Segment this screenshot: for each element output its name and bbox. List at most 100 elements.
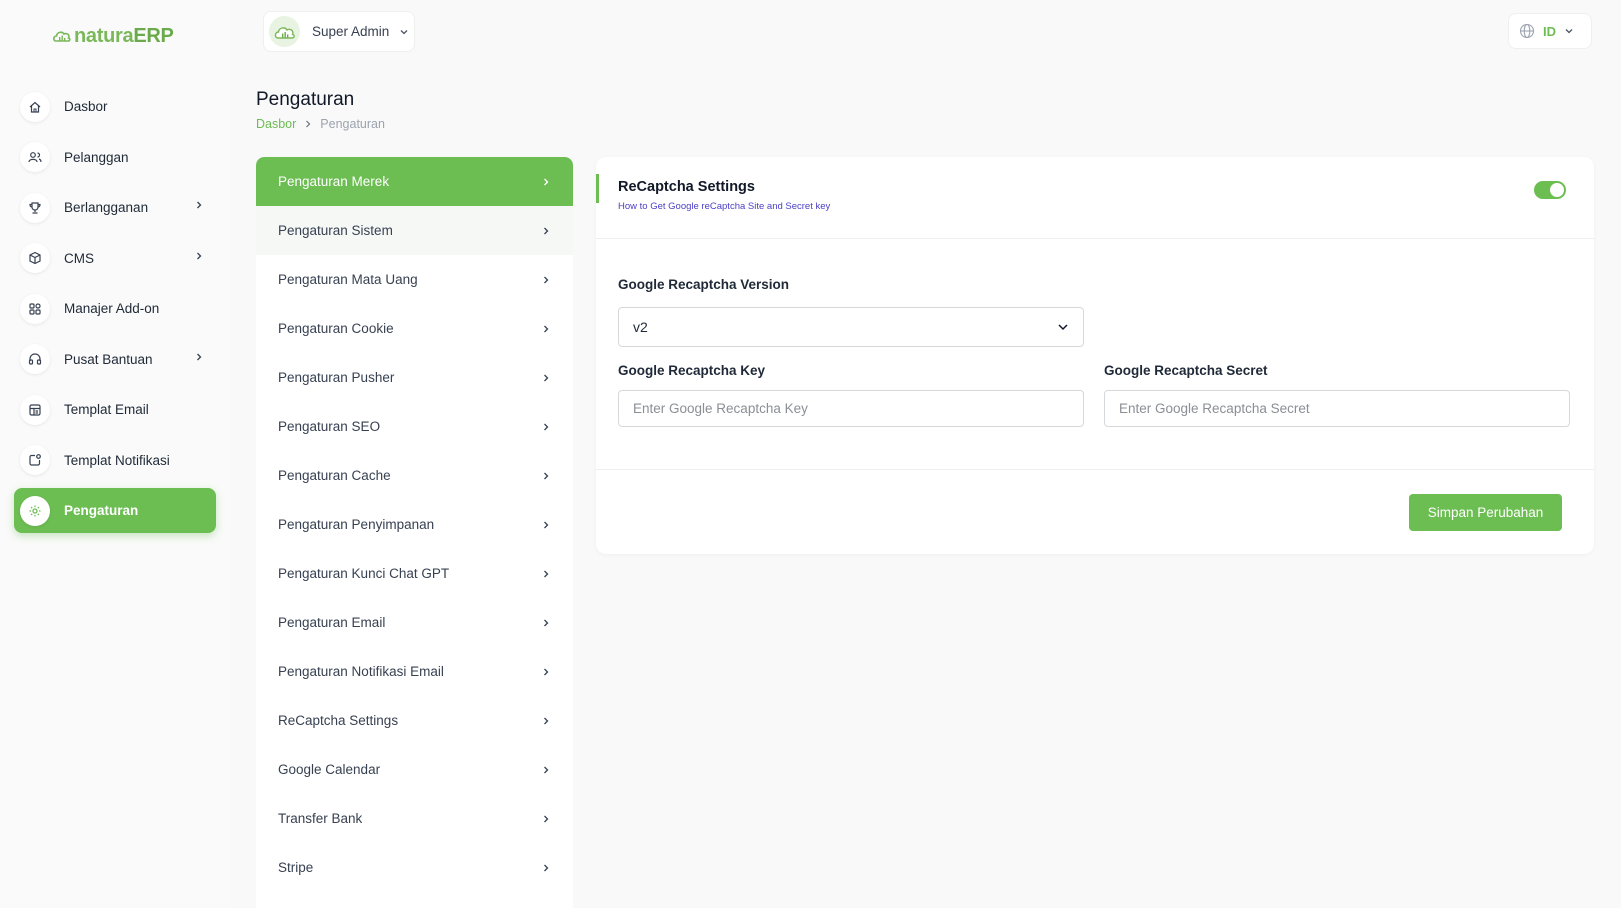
recaptcha-secret-input[interactable] bbox=[1104, 390, 1570, 427]
sidebar-item-label: Berlangganan bbox=[64, 200, 149, 215]
globe-icon bbox=[1519, 23, 1535, 39]
settings-menu-label: Pengaturan SEO bbox=[278, 419, 381, 434]
breadcrumb-home-link[interactable]: Dasbor bbox=[256, 117, 296, 131]
sidebar-item-label: CMS bbox=[64, 250, 94, 266]
sidebar-item-manajer-add-on[interactable]: Manajer Add-on bbox=[14, 286, 216, 331]
sidebar-item-label: Dasbor bbox=[64, 99, 108, 114]
sidebar-item-pengaturan[interactable]: Pengaturan bbox=[14, 488, 216, 533]
card-accent-bar bbox=[596, 174, 599, 203]
card-title: ReCaptcha Settings bbox=[618, 179, 755, 195]
save-changes-button[interactable]: Simpan Perubahan bbox=[1409, 494, 1562, 531]
settings-menu-label: Transfer Bank bbox=[278, 811, 363, 826]
sidebar-item-cms[interactable]: CMS bbox=[14, 236, 216, 281]
settings-menu-item-pengaturan-cookie[interactable]: Pengaturan Cookie bbox=[256, 304, 573, 353]
users-icon bbox=[20, 142, 50, 172]
card-divider bbox=[596, 469, 1594, 470]
settings-menu-item-pengaturan-kunci-chat-gpt[interactable]: Pengaturan Kunci Chat GPT bbox=[256, 549, 573, 598]
chevron-right-icon bbox=[544, 325, 549, 332]
notification-icon bbox=[20, 445, 50, 475]
chevron-right-icon bbox=[544, 619, 549, 626]
version-label: Google Recaptcha Version bbox=[618, 277, 790, 292]
settings-menu-label: ReCaptcha Settings bbox=[278, 713, 399, 728]
settings-menu-label: Pengaturan Merek bbox=[278, 174, 390, 189]
sidebar-item-label: Pengaturan bbox=[64, 503, 139, 518]
settings-menu-item-google-calendar[interactable]: Google Calendar bbox=[256, 745, 573, 794]
chevron-right-icon bbox=[544, 766, 549, 773]
sidebar-item-label: Pusat Bantuan bbox=[64, 351, 153, 367]
language-switcher[interactable]: ID bbox=[1508, 13, 1592, 49]
role-switcher[interactable]: Super Admin bbox=[263, 11, 415, 52]
cloud-chart-icon bbox=[274, 26, 295, 39]
chevron-right-icon bbox=[197, 201, 202, 209]
avatar bbox=[269, 16, 300, 47]
sidebar-item-berlangganan[interactable]: Berlangganan bbox=[14, 185, 216, 230]
chevron-down-icon bbox=[400, 29, 408, 34]
chevron-right-icon bbox=[544, 472, 549, 479]
sidebar-item-templat-notifikasi[interactable]: Templat Notifikasi bbox=[14, 438, 216, 483]
settings-menu-item-pengaturan-email[interactable]: Pengaturan Email bbox=[256, 598, 573, 647]
version-select-value: v2 bbox=[633, 319, 648, 335]
template-icon bbox=[20, 394, 50, 425]
settings-menu-item-pengaturan-notifikasi-email[interactable]: Pengaturan Notifikasi Email bbox=[256, 647, 573, 696]
settings-menu-label: Google Calendar bbox=[278, 762, 381, 777]
sidebar-item-pusat-bantuan[interactable]: Pusat Bantuan bbox=[14, 337, 216, 382]
sidebar-item-label: Pelanggan bbox=[64, 149, 129, 165]
settings-menu-item-pengaturan-cache[interactable]: Pengaturan Cache bbox=[256, 451, 573, 500]
chevron-down-icon bbox=[1565, 29, 1573, 34]
settings-menu-label: Stripe bbox=[278, 860, 314, 875]
language-code: ID bbox=[1543, 23, 1556, 39]
settings-menu-item-pengaturan-penyimpanan[interactable]: Pengaturan Penyimpanan bbox=[256, 500, 573, 549]
chevron-right-icon bbox=[544, 178, 549, 185]
chevron-right-icon bbox=[197, 353, 202, 360]
chevron-right-icon bbox=[544, 423, 549, 430]
sidebar-menu: Dasbor Pelanggan Berlangganan CMS Manajer Ad… bbox=[14, 84, 216, 539]
toggle-knob bbox=[1550, 183, 1564, 197]
chevron-right-icon bbox=[544, 521, 549, 528]
chevron-right-icon bbox=[544, 227, 549, 234]
settings-menu-label: Pengaturan Pusher bbox=[278, 370, 395, 385]
chevron-right-icon bbox=[544, 717, 549, 724]
settings-menu-label: Pengaturan Notifikasi Email bbox=[278, 664, 444, 679]
brand-name: naturaERP bbox=[74, 24, 174, 47]
settings-menu-label: Pengaturan Penyimpanan bbox=[278, 517, 435, 532]
settings-menu-item-pengaturan-seo[interactable]: Pengaturan SEO bbox=[256, 402, 573, 451]
home-icon bbox=[20, 91, 50, 122]
settings-menu-item-pengaturan-pusher[interactable]: Pengaturan Pusher bbox=[256, 353, 573, 402]
card-header: ReCaptcha Settings How to Get Google reC… bbox=[596, 157, 1594, 239]
chevron-right-icon bbox=[544, 815, 549, 822]
breadcrumb-current: Pengaturan bbox=[320, 117, 385, 131]
recaptcha-enable-toggle[interactable] bbox=[1534, 181, 1566, 199]
cloud-logo-icon bbox=[53, 31, 71, 42]
settings-menu-item-pengaturan-sistem[interactable]: Pengaturan Sistem bbox=[256, 206, 573, 255]
settings-menu-item-transfer-bank[interactable]: Transfer Bank bbox=[256, 794, 573, 843]
brand-logo[interactable]: naturaERP bbox=[52, 22, 174, 50]
breadcrumb: Dasbor Pengaturan bbox=[256, 117, 385, 131]
sidebar-item-templat-email[interactable]: Templat Email bbox=[14, 387, 216, 432]
settings-menu-item-pengaturan-mata-uang[interactable]: Pengaturan Mata Uang bbox=[256, 255, 573, 304]
settings-menu-item-stripe[interactable]: Stripe bbox=[256, 843, 573, 892]
role-name: Super Admin bbox=[312, 24, 390, 39]
recaptcha-key-input[interactable] bbox=[618, 390, 1084, 427]
sidebar-item-label: Manajer Add-on bbox=[64, 301, 160, 316]
settings-menu-label: Pengaturan Cache bbox=[278, 468, 391, 483]
sidebar-item-pelanggan[interactable]: Pelanggan bbox=[14, 135, 216, 180]
chevron-right-icon bbox=[306, 120, 311, 128]
recaptcha-help-link[interactable]: How to Get Google reCaptcha Site and Sec… bbox=[618, 201, 830, 212]
settings-menu-label: Pengaturan Sistem bbox=[278, 223, 393, 238]
sidebar-item-label: Templat Notifikasi bbox=[64, 452, 170, 468]
key-label: Google Recaptcha Key bbox=[618, 363, 766, 378]
sidebar-item-dasbor[interactable]: Dasbor bbox=[14, 84, 216, 129]
settings-menu-label: Pengaturan Cookie bbox=[278, 321, 394, 336]
headset-icon bbox=[20, 344, 50, 374]
grid-icon bbox=[20, 293, 50, 324]
settings-menu-item-recaptcha-settings[interactable]: ReCaptcha Settings bbox=[256, 696, 573, 745]
chevron-right-icon bbox=[544, 570, 549, 577]
settings-menu-label: Pengaturan Mata Uang bbox=[278, 272, 418, 287]
settings-menu-label: Pengaturan Kunci Chat GPT bbox=[278, 566, 450, 581]
chevron-right-icon bbox=[544, 374, 549, 381]
page-title: Pengaturan bbox=[256, 89, 355, 110]
settings-menu-item-pengaturan-merek[interactable]: Pengaturan Merek bbox=[256, 157, 573, 206]
recaptcha-settings-card: ReCaptcha Settings How to Get Google reC… bbox=[596, 157, 1594, 554]
version-select[interactable]: v2 bbox=[618, 307, 1084, 347]
trophy-icon bbox=[20, 192, 50, 223]
